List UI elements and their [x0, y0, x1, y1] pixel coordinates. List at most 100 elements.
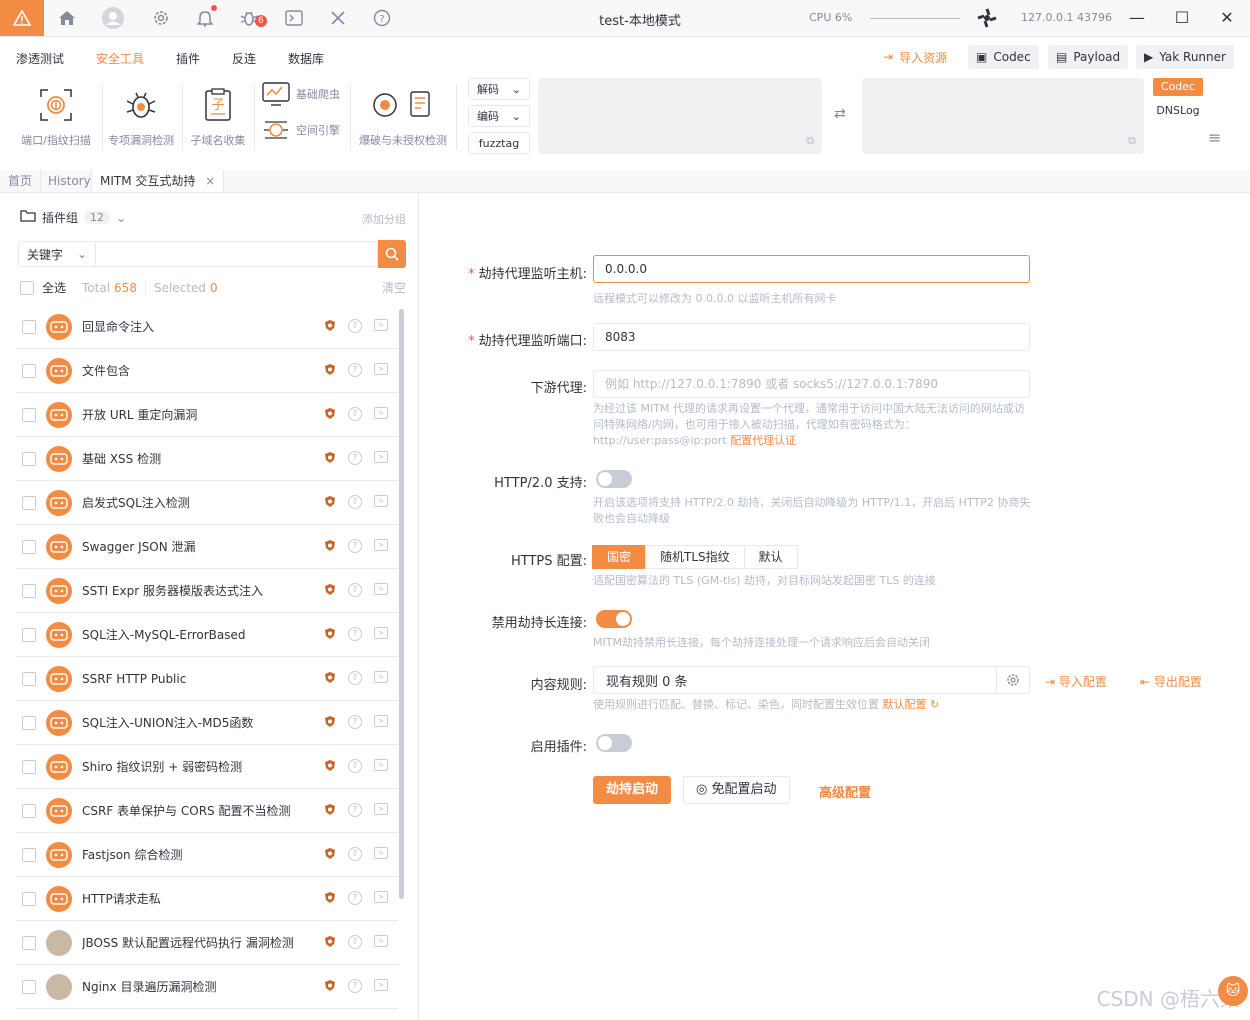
- clear-button[interactable]: 清空: [382, 279, 406, 296]
- import-config-button[interactable]: ⇥ 导入配置: [1045, 673, 1107, 690]
- mascot-icon[interactable]: 🐱: [1218, 976, 1248, 1006]
- tab-mitm[interactable]: MITM 交互式劫持 ×: [91, 170, 225, 192]
- codec-button[interactable]: ▣ Codec: [968, 45, 1039, 69]
- host-input[interactable]: 0.0.0.0: [593, 255, 1030, 283]
- help-icon[interactable]: ?: [348, 582, 362, 597]
- help-icon[interactable]: ?: [348, 362, 362, 377]
- port-scan-tool[interactable]: 端口/指纹扫描: [14, 86, 98, 148]
- plugin-checkbox[interactable]: [22, 407, 36, 422]
- proxy-auth-link[interactable]: 配置代理认证: [730, 434, 796, 447]
- free-config-start-button[interactable]: ◎ 免配置启动: [683, 776, 790, 804]
- codec-output-area[interactable]: ⧉: [862, 78, 1144, 154]
- plugin-list-item[interactable]: 基础 XSS 检测? >: [16, 437, 398, 481]
- plugin-checkbox[interactable]: [22, 935, 36, 950]
- plugin-list-item[interactable]: HTTP请求走私? >: [16, 877, 398, 921]
- engine-icon[interactable]: [975, 6, 999, 30]
- http2-toggle[interactable]: [596, 470, 632, 488]
- collapse-icon[interactable]: ≡: [1208, 128, 1221, 147]
- help-icon[interactable]: ?: [348, 846, 362, 861]
- menu-database[interactable]: 数据库: [288, 50, 324, 67]
- plugin-checkbox[interactable]: [22, 759, 36, 774]
- copy-icon[interactable]: ⧉: [1128, 134, 1136, 148]
- content-rules-field[interactable]: 现有规则 0 条: [593, 666, 1030, 694]
- code-icon[interactable]: >: [374, 362, 388, 375]
- vuln-detect-tool[interactable]: 专项漏洞检测: [104, 86, 178, 148]
- code-icon[interactable]: >: [374, 582, 388, 595]
- yak-runner-button[interactable]: ▶ Yak Runner: [1136, 45, 1234, 69]
- code-icon[interactable]: >: [374, 450, 388, 463]
- tab-home[interactable]: 首页: [0, 170, 42, 192]
- plugin-list-item[interactable]: Fastjson 综合检测? >: [16, 833, 398, 877]
- settings-icon[interactable]: [149, 6, 173, 30]
- code-icon[interactable]: >: [374, 318, 388, 331]
- plugin-list-item[interactable]: SSTI Expr 服务器模版表达式注入? >: [16, 569, 398, 613]
- disable-keepalive-toggle[interactable]: [596, 610, 632, 628]
- default-config-link[interactable]: 默认配置: [883, 698, 927, 711]
- plugin-checkbox[interactable]: [22, 451, 36, 466]
- add-group-button[interactable]: 添加分组: [362, 211, 406, 227]
- plugin-checkbox[interactable]: [22, 583, 36, 598]
- menu-plugins[interactable]: 插件: [176, 50, 200, 67]
- code-icon[interactable]: >: [374, 714, 388, 727]
- minimize-button[interactable]: —: [1127, 8, 1147, 28]
- plugin-list-item[interactable]: CSRF 表单保护与 CORS 配置不当检测? >: [16, 789, 398, 833]
- help-icon[interactable]: ?: [348, 978, 362, 993]
- subdomain-tool[interactable]: 子 子域名收集: [186, 86, 250, 148]
- help-icon[interactable]: ?: [348, 714, 362, 729]
- avatar-icon[interactable]: [101, 6, 125, 30]
- plugin-list-item[interactable]: 启发式SQL注入检测? >: [16, 481, 398, 525]
- code-icon[interactable]: >: [374, 802, 388, 815]
- help-icon[interactable]: ?: [348, 538, 362, 553]
- help-icon[interactable]: ?: [370, 6, 394, 30]
- code-icon[interactable]: >: [374, 934, 388, 947]
- plugin-list-item[interactable]: JBOSS 默认配置远程代码执行 漏洞检测? >: [16, 921, 398, 965]
- brute-unauth-tool[interactable]: 爆破与未授权检测: [356, 86, 450, 148]
- code-icon[interactable]: >: [374, 846, 388, 859]
- code-icon[interactable]: >: [374, 406, 388, 419]
- help-icon[interactable]: ?: [348, 626, 362, 641]
- search-button[interactable]: [378, 240, 406, 268]
- code-icon[interactable]: >: [374, 890, 388, 903]
- code-icon[interactable]: >: [374, 978, 388, 991]
- tools-icon[interactable]: [326, 6, 350, 30]
- codec-input-area[interactable]: ⧉: [538, 78, 822, 154]
- menu-reverse[interactable]: 反连: [232, 50, 256, 67]
- code-icon[interactable]: >: [374, 538, 388, 551]
- close-tab-icon[interactable]: ×: [205, 174, 215, 188]
- plugin-list-item[interactable]: Swagger JSON 泄漏? >: [16, 525, 398, 569]
- plugin-checkbox[interactable]: [22, 363, 36, 378]
- plugin-group-header[interactable]: 插件组 12 ⌄: [20, 209, 126, 226]
- search-input[interactable]: [96, 241, 378, 267]
- help-icon[interactable]: ?: [348, 318, 362, 333]
- plugin-list-item[interactable]: 开放 URL 重定向漏洞? >: [16, 393, 398, 437]
- plugin-list-item[interactable]: SQL注入-MySQL-ErrorBased? >: [16, 613, 398, 657]
- plugin-checkbox[interactable]: [22, 539, 36, 554]
- plugin-list-item[interactable]: 文件包含? >: [16, 349, 398, 393]
- payload-button[interactable]: ▤ Payload: [1048, 45, 1129, 69]
- downstream-proxy-input[interactable]: 例如 http://127.0.0.1:7890 或者 socks5://127…: [593, 370, 1030, 398]
- plugin-list-item[interactable]: Shiro 指纹识别 + 弱密码检测? >: [16, 745, 398, 789]
- encode-select[interactable]: 编码 ⌄: [468, 105, 530, 127]
- plugin-checkbox[interactable]: [22, 319, 36, 334]
- warning-icon[interactable]: [0, 0, 44, 36]
- code-icon[interactable]: >: [374, 626, 388, 639]
- code-icon[interactable]: >: [374, 758, 388, 771]
- swap-icon[interactable]: ⇄: [834, 106, 846, 122]
- plugin-list-item[interactable]: SQL注入-UNION注入-MD5函数? >: [16, 701, 398, 745]
- https-option[interactable]: 默认: [743, 545, 798, 569]
- dnslog-tab[interactable]: DNSLog: [1153, 102, 1203, 120]
- plugin-list-item[interactable]: Nginx 目录遍历漏洞检测? >: [16, 965, 398, 1009]
- plugin-list-item[interactable]: 回显命令注入? >: [16, 305, 398, 349]
- help-icon[interactable]: ?: [348, 494, 362, 509]
- help-icon[interactable]: ?: [348, 802, 362, 817]
- maximize-button[interactable]: ☐: [1172, 8, 1192, 28]
- plugin-checkbox[interactable]: [22, 891, 36, 906]
- plugin-list-item[interactable]: SSRF HTTP Public? >: [16, 657, 398, 701]
- gear-icon[interactable]: [996, 667, 1029, 693]
- help-icon[interactable]: ?: [348, 406, 362, 421]
- help-icon[interactable]: ?: [348, 890, 362, 905]
- plugin-checkbox[interactable]: [22, 627, 36, 642]
- decode-select[interactable]: 解码 ⌄: [468, 78, 530, 100]
- plugin-checkbox[interactable]: [22, 803, 36, 818]
- refresh-icon[interactable]: ↻: [930, 698, 939, 711]
